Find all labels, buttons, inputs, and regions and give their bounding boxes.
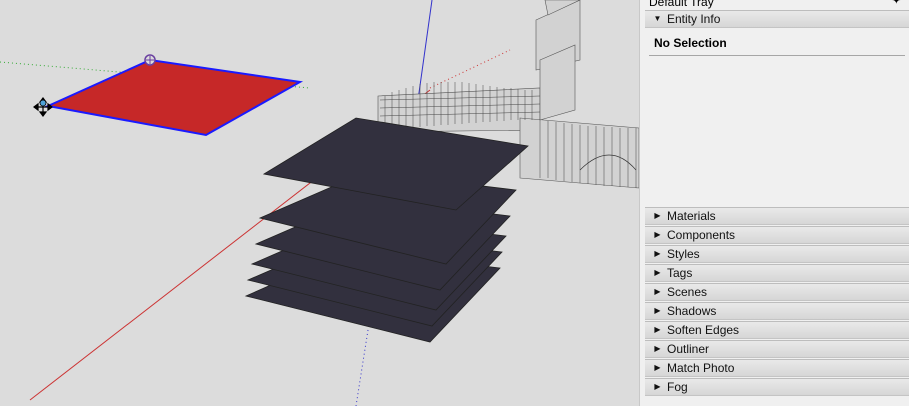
collapsed-arrow-icon: ▶ bbox=[654, 287, 661, 296]
blue-axis-dotted bbox=[355, 329, 369, 406]
pin-icon[interactable]: ✦ bbox=[892, 0, 901, 8]
entity-info-divider bbox=[649, 55, 905, 56]
panel-soften-edges[interactable]: ▶ Soften Edges bbox=[645, 321, 909, 339]
entity-info-body: No Selection bbox=[645, 29, 909, 207]
panel-styles[interactable]: ▶ Styles bbox=[645, 245, 909, 263]
panel-label: Tags bbox=[667, 266, 693, 280]
panel-label: Soften Edges bbox=[667, 323, 740, 337]
panel-shadows[interactable]: ▶ Shadows bbox=[645, 302, 909, 320]
red-axis-dotted bbox=[429, 49, 511, 89]
collapsed-arrow-icon: ▶ bbox=[654, 268, 661, 277]
default-tray: Default Tray ✦ ▼ Entity Info No Selectio… bbox=[645, 0, 909, 406]
selected-red-face[interactable] bbox=[44, 58, 304, 137]
collapsed-arrow-icon: ▶ bbox=[654, 249, 661, 258]
rotate-grip-icon[interactable] bbox=[144, 54, 156, 66]
collapsed-arrow-icon: ▶ bbox=[654, 382, 661, 391]
expanded-arrow-icon: ▼ bbox=[653, 14, 662, 23]
collapsed-arrow-icon: ▶ bbox=[654, 363, 661, 372]
viewport-canvas[interactable] bbox=[0, 0, 639, 406]
tray-title: Default Tray bbox=[649, 0, 714, 9]
panel-tags[interactable]: ▶ Tags bbox=[645, 264, 909, 282]
panel-label: Materials bbox=[667, 209, 716, 223]
collapsed-arrow-icon: ▶ bbox=[654, 230, 661, 239]
panel-materials[interactable]: ▶ Materials bbox=[645, 207, 909, 225]
panel-fog[interactable]: ▶ Fog bbox=[645, 378, 909, 396]
panel-match-photo[interactable]: ▶ Match Photo bbox=[645, 359, 909, 377]
panel-label: Outliner bbox=[667, 342, 710, 356]
selection-status: No Selection bbox=[654, 36, 727, 50]
move-cursor-icon bbox=[33, 97, 53, 117]
plane-stack bbox=[244, 117, 529, 343]
collapsed-arrow-icon: ▶ bbox=[654, 344, 661, 353]
sketchup-window: Default Tray ✦ ▼ Entity Info No Selectio… bbox=[0, 0, 909, 406]
panel-label: Fog bbox=[667, 380, 688, 394]
panel-label: Shadows bbox=[667, 304, 717, 318]
panel-outliner[interactable]: ▶ Outliner bbox=[645, 340, 909, 358]
panel-scenes[interactable]: ▶ Scenes bbox=[645, 283, 909, 301]
panel-components[interactable]: ▶ Components bbox=[645, 226, 909, 244]
entity-info-label: Entity Info bbox=[667, 12, 721, 26]
entity-info-header[interactable]: ▼ Entity Info bbox=[645, 10, 909, 28]
modeling-viewport[interactable] bbox=[0, 0, 639, 406]
panel-label: Components bbox=[667, 228, 736, 242]
panel-label: Styles bbox=[667, 247, 700, 261]
collapsed-arrow-icon: ▶ bbox=[654, 306, 661, 315]
collapsed-arrow-icon: ▶ bbox=[654, 211, 661, 220]
panel-label: Match Photo bbox=[667, 361, 735, 375]
collapsed-arrow-icon: ▶ bbox=[654, 325, 661, 334]
panel-label: Scenes bbox=[667, 285, 708, 299]
